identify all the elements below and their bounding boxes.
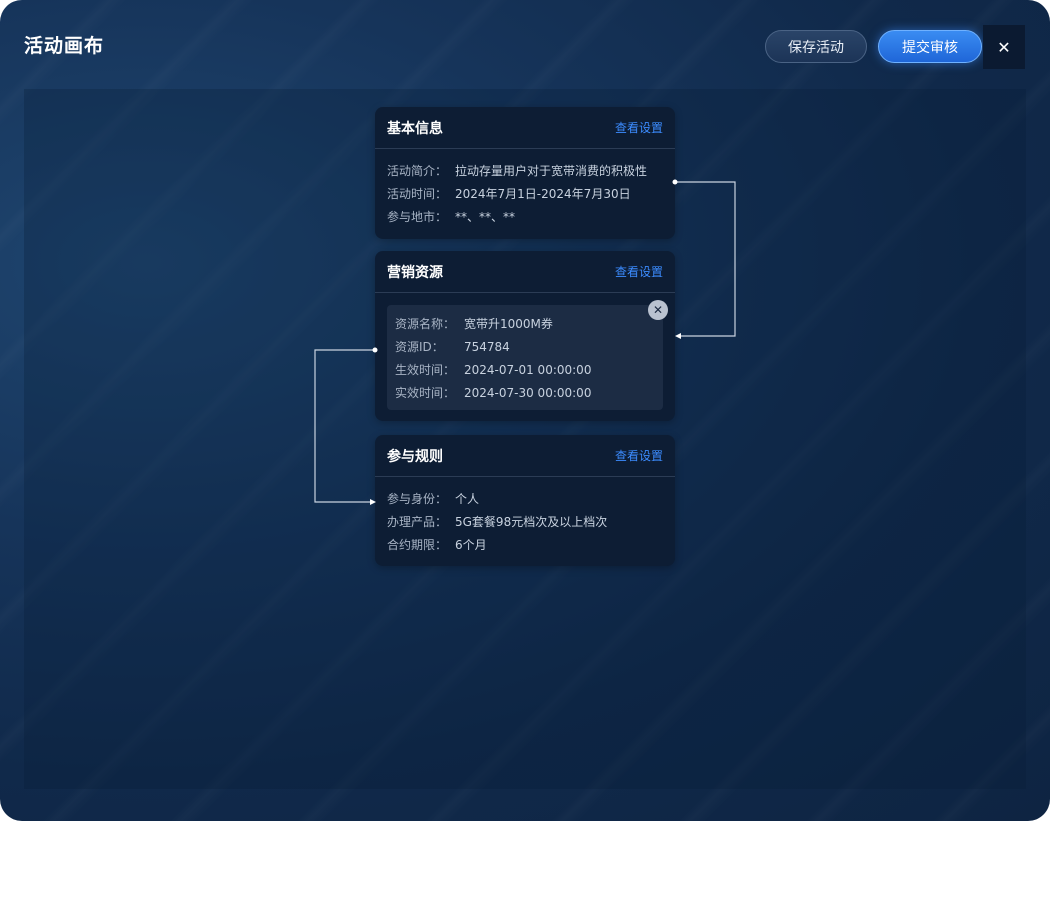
connector-basic-to-resource — [672, 179, 736, 339]
activity-canvas-dialog: 活动画布 保存活动 提交审核 ✕ 基本信息 查看设置 活动简介： 拉动存量用户对… — [0, 0, 1050, 821]
flow-connectors — [314, 179, 736, 505]
connector-resource-to-rules — [314, 347, 378, 505]
